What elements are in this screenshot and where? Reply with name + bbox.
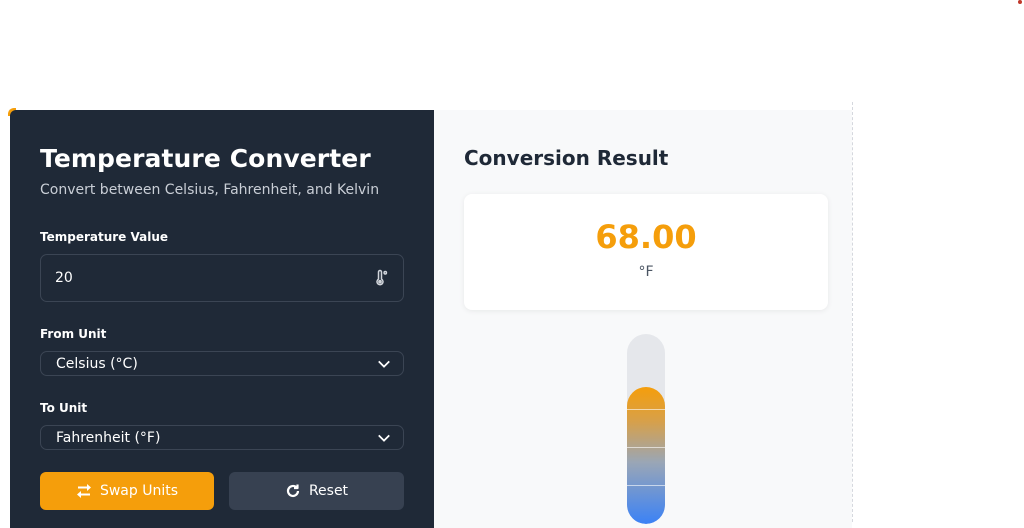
temperature-input-box[interactable] bbox=[40, 254, 404, 302]
thermometer-tick bbox=[627, 485, 665, 486]
swap-icon bbox=[76, 484, 91, 498]
swap-units-button[interactable]: Swap Units bbox=[40, 472, 214, 510]
thermometer-tick bbox=[627, 447, 665, 448]
reset-button[interactable]: Reset bbox=[229, 472, 404, 510]
dashed-edge bbox=[852, 102, 853, 522]
chevron-down-icon bbox=[378, 360, 390, 368]
reset-label: Reset bbox=[308, 483, 349, 499]
from-unit-select[interactable]: Celsius (°C) bbox=[40, 351, 404, 376]
thermometer-icon bbox=[371, 269, 389, 287]
converter-panel: Temperature Converter Convert between Ce… bbox=[10, 110, 434, 528]
thermometer-fill bbox=[627, 387, 665, 524]
result-title: Conversion Result bbox=[464, 146, 669, 170]
to-unit-select[interactable]: Fahrenheit (°F) bbox=[40, 425, 404, 450]
converter-card: Temperature Converter Convert between Ce… bbox=[10, 110, 852, 528]
page-title: Temperature Converter bbox=[40, 144, 371, 173]
to-unit-value: Fahrenheit (°F) bbox=[56, 429, 161, 446]
thermometer-gauge bbox=[627, 334, 665, 524]
from-unit-value: Celsius (°C) bbox=[56, 355, 138, 372]
page-subtitle: Convert between Celsius, Fahrenheit, and… bbox=[40, 182, 380, 198]
result-card: 68.00 °F bbox=[464, 194, 828, 310]
chevron-down-icon bbox=[378, 434, 390, 442]
result-value: 68.00 bbox=[595, 218, 697, 256]
temperature-label: Temperature Value bbox=[40, 230, 169, 244]
result-panel: Conversion Result 68.00 °F bbox=[434, 110, 852, 528]
corner-dot bbox=[1018, 0, 1022, 4]
from-unit-label: From Unit bbox=[40, 327, 107, 341]
to-unit-label: To Unit bbox=[40, 401, 88, 415]
result-unit: °F bbox=[638, 264, 654, 280]
temperature-input[interactable] bbox=[55, 270, 371, 286]
reset-icon bbox=[286, 484, 300, 498]
swap-units-label: Swap Units bbox=[99, 483, 179, 499]
thermometer-tick bbox=[627, 409, 665, 410]
